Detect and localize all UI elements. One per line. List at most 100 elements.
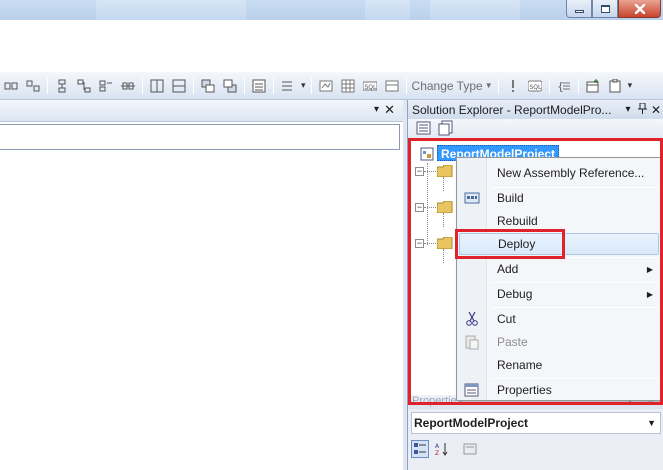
menu-item-rename[interactable]: Rename [459,354,659,376]
size-tool-icon[interactable] [149,78,165,94]
property-pages-icon[interactable] [461,440,479,458]
close-icon[interactable]: ✕ [649,103,663,117]
svg-text:{: { [557,80,564,93]
window-controls [566,0,661,19]
grid-tool-icon[interactable] [340,78,356,94]
svg-text:SQL: SQL [529,84,542,91]
properties-panel: Properties ▾ ⊣ ✕ ReportModelProject ▼ AZ [407,395,663,470]
svg-text:SQL: SQL [364,84,377,91]
layout-tool-icon[interactable] [25,78,41,94]
toolbar-separator [142,77,143,94]
menu-item-rebuild[interactable]: Rebuild [459,210,659,232]
svg-text:Z: Z [435,450,439,456]
menu-item-properties[interactable]: Properties [459,379,659,401]
align-tool-icon[interactable] [120,78,136,94]
menu-item-new-assembly-reference[interactable]: New Assembly Reference... [459,162,659,184]
model-designer-toolbar: ▾ SQL Change Type ▼ SQL { ▾ [0,72,663,100]
change-type-button[interactable]: Change Type ▼ [410,79,495,93]
size-tool-icon[interactable] [171,78,187,94]
title-bar-blurred-area [365,0,410,20]
submenu-arrow-icon: ▶ [646,289,653,299]
properties-title: Properties [412,395,463,407]
tree-line [424,207,436,208]
tree-line [443,249,444,263]
document-field[interactable] [0,124,400,150]
toolbar-overflow-icon[interactable]: ▾ [628,80,633,91]
properties-icon [459,379,485,401]
object-selector[interactable]: ReportModelProject ▼ [411,412,661,434]
toolbar-separator [193,77,194,94]
tree-line [443,213,444,227]
minimize-button[interactable] [566,0,592,18]
toolbar-separator [47,77,48,94]
menu-item-deploy[interactable]: Deploy [459,233,659,255]
results-tool-icon[interactable] [384,78,400,94]
alphabetical-icon[interactable]: AZ [433,440,451,458]
menu-item-label: Deploy [498,237,536,251]
add-table-icon[interactable] [585,78,601,94]
window-position-icon[interactable]: ▾ [621,104,635,115]
align-tool-icon[interactable] [98,78,114,94]
scissors-icon [459,308,485,330]
menu-item-add[interactable]: Add ▶ [459,258,659,280]
document-panel-header: ▾ ✕ [0,100,403,122]
pin-icon[interactable] [635,102,649,117]
clipboard-tool-icon[interactable] [607,78,623,94]
criteria-tool-icon[interactable] [318,78,334,94]
close-button[interactable] [618,0,661,18]
menu-item-cut[interactable]: Cut [459,308,659,330]
window-title-bar [0,0,663,20]
toolbar-separator [497,77,499,94]
menu-item-label: Rebuild [497,214,538,228]
menu-item-label: Paste [497,335,528,349]
title-bar-blurred-area [430,0,520,20]
restore-button[interactable] [592,0,618,18]
toolbar-overflow-icon[interactable]: ▾ [301,80,306,91]
format-tool-icon[interactable] [280,78,296,94]
toolbar-separator [577,77,579,94]
svg-text:A: A [435,443,440,450]
close-icon [634,3,645,14]
folder-icon [437,201,453,213]
collapse-icon[interactable]: − [415,203,424,212]
selected-object-name: ReportModelProject [414,416,529,430]
exclamation-icon[interactable] [505,78,521,94]
toolbar-separator [405,77,407,94]
document-panel: ▾ ✕ [0,100,403,470]
title-bar-blurred-area [96,0,246,20]
report-model-project-icon [420,147,434,161]
layout-tool-icon[interactable] [3,78,19,94]
categorized-icon[interactable] [411,440,429,458]
sql-verify-icon[interactable]: SQL [527,78,543,94]
restore-icon [600,4,610,13]
order-tool-icon[interactable] [200,78,216,94]
paste-icon [459,331,485,353]
properties-toolbar-icon[interactable] [416,120,432,139]
menu-item-label: Build [497,191,524,205]
align-tool-icon[interactable] [76,78,92,94]
align-tool-icon[interactable] [54,78,70,94]
menu-item-build[interactable]: Build [459,187,659,209]
close-document-icon[interactable]: ✕ [384,102,395,118]
folder-icon [437,237,453,249]
sql-tool-icon[interactable]: SQL [362,78,378,94]
menu-item-label: Add [497,262,519,276]
menu-item-debug[interactable]: Debug ▶ [459,283,659,305]
toolbar-separator [244,77,245,94]
collapse-icon[interactable]: − [415,239,424,248]
submenu-arrow-icon: ▶ [646,264,653,274]
menu-item-label: Rename [497,358,543,372]
list-tool-icon[interactable] [251,78,267,94]
show-all-files-icon[interactable] [438,120,454,139]
folder-icon [437,165,453,177]
menu-item-label: New Assembly Reference... [497,166,645,180]
menu-item-label: Cut [497,312,516,326]
window-position-icon[interactable]: ▾ [374,104,379,115]
minimize-icon [574,10,584,13]
collapse-icon[interactable]: − [415,167,424,176]
order-tool-icon[interactable] [222,78,238,94]
toolbar-separator [273,77,274,94]
braces-tool-icon[interactable]: { [556,78,572,94]
solution-explorer-toolbar [408,119,663,141]
menu-item-paste[interactable]: Paste [459,331,659,353]
